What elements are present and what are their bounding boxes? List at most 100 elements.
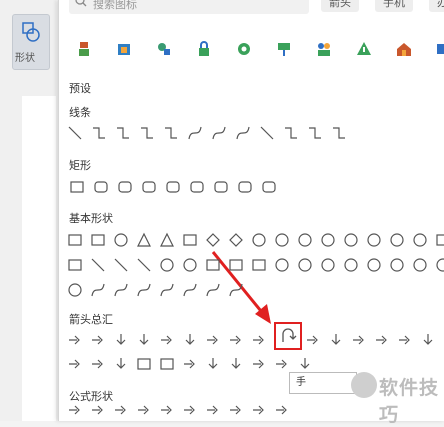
gear-icon[interactable] — [235, 40, 253, 58]
basic-shape-row3-1[interactable] — [67, 282, 83, 298]
rect-shape-6[interactable] — [189, 179, 205, 195]
basic-shape-12[interactable] — [320, 232, 336, 248]
formula-shape-7[interactable] — [205, 402, 221, 418]
arrow-shape-9[interactable] — [251, 332, 267, 348]
box-icon[interactable] — [115, 40, 133, 58]
arrow-shape-7[interactable] — [205, 332, 221, 348]
arrow-shape-b-5[interactable] — [397, 332, 413, 348]
line-shape-7[interactable] — [211, 125, 227, 141]
line-shape-11[interactable] — [307, 125, 323, 141]
basic-shape-3[interactable] — [113, 232, 129, 248]
lock-icon[interactable] — [195, 40, 213, 58]
line-shape-12[interactable] — [331, 125, 347, 141]
basic-shape-1[interactable] — [67, 232, 83, 248]
basic-shape-row2-15[interactable] — [389, 257, 405, 273]
basic-shape-16[interactable] — [412, 232, 428, 248]
arrow-shape-row2-10[interactable] — [274, 356, 290, 372]
line-shape-10[interactable] — [283, 125, 299, 141]
line-shape-2[interactable] — [91, 125, 107, 141]
arrow-shape-row2-4[interactable] — [136, 356, 152, 372]
basic-shape-row3-8[interactable] — [228, 282, 244, 298]
rect-shape-3[interactable] — [117, 179, 133, 195]
formula-shape-8[interactable] — [228, 402, 244, 418]
arrow-shape-8[interactable] — [228, 332, 244, 348]
arrow-shape-b-3[interactable] — [351, 332, 367, 348]
tag-phone[interactable]: 手机 — [375, 0, 413, 12]
arrow-shape-1[interactable] — [67, 332, 83, 348]
basic-shape-row2-7[interactable] — [205, 257, 221, 273]
line-shape-1[interactable] — [67, 125, 83, 141]
basic-shape-7[interactable] — [205, 232, 221, 248]
arrow-shape-row2-7[interactable] — [205, 356, 221, 372]
arrow-shape-row2-8[interactable] — [228, 356, 244, 372]
basic-shape-4[interactable] — [136, 232, 152, 248]
formula-shape-6[interactable] — [182, 402, 198, 418]
shape-button[interactable]: 形状 — [12, 14, 50, 70]
arrow-shape-row2-9[interactable] — [251, 356, 267, 372]
basic-shape-row3-2[interactable] — [90, 282, 106, 298]
arrow-shape-row2-11[interactable] — [297, 356, 313, 372]
rect-shape-1[interactable] — [69, 179, 85, 195]
basic-shape-row2-1[interactable] — [67, 257, 83, 273]
basic-shape-row2-6[interactable] — [182, 257, 198, 273]
line-shape-8[interactable] — [235, 125, 251, 141]
arrow-shape-row2-3[interactable] — [113, 356, 129, 372]
arrow-shape-4[interactable] — [136, 332, 152, 348]
basic-shape-10[interactable] — [274, 232, 290, 248]
group-icon[interactable] — [315, 40, 333, 58]
highlighted-shape[interactable] — [274, 322, 302, 350]
arrow-shape-6[interactable] — [182, 332, 198, 348]
formula-shape-10[interactable] — [274, 402, 290, 418]
rect-shape-2[interactable] — [93, 179, 109, 195]
tools-icon[interactable] — [155, 40, 173, 58]
search-input[interactable]: 搜索图标 — [93, 0, 137, 12]
basic-shape-row2-8[interactable] — [228, 257, 244, 273]
line-shape-3[interactable] — [115, 125, 131, 141]
alert-icon[interactable] — [355, 40, 373, 58]
basic-shape-row3-3[interactable] — [113, 282, 129, 298]
arrow-shape-b-2[interactable] — [328, 332, 344, 348]
rect-shape-8[interactable] — [237, 179, 253, 195]
basic-shape-11[interactable] — [297, 232, 313, 248]
basic-shape-8[interactable] — [228, 232, 244, 248]
formula-shape-9[interactable] — [251, 402, 267, 418]
arrow-shape-b-6[interactable] — [420, 332, 436, 348]
arrow-shape-row2-6[interactable] — [182, 356, 198, 372]
rect-shape-4[interactable] — [141, 179, 157, 195]
basic-shape-6[interactable] — [182, 232, 198, 248]
document-area[interactable] — [22, 96, 56, 421]
basic-shape-14[interactable] — [366, 232, 382, 248]
rect-shape-7[interactable] — [213, 179, 229, 195]
basic-shape-row2-16[interactable] — [412, 257, 428, 273]
line-shape-4[interactable] — [139, 125, 155, 141]
arrow-shape-row2-1[interactable] — [67, 356, 83, 372]
arrow-shape-2[interactable] — [90, 332, 106, 348]
arrow-shape-b-1[interactable] — [305, 332, 321, 348]
person-icon[interactable] — [75, 40, 93, 58]
formula-shape-2[interactable] — [90, 402, 106, 418]
basic-shape-row3-5[interactable] — [159, 282, 175, 298]
basic-shape-row2-3[interactable] — [113, 257, 129, 273]
basic-shape-row2-11[interactable] — [297, 257, 313, 273]
formula-shape-5[interactable] — [159, 402, 175, 418]
arrow-shape-row2-2[interactable] — [90, 356, 106, 372]
basic-shape-row2-17[interactable] — [435, 257, 444, 273]
formula-shape-1[interactable] — [67, 402, 83, 418]
arrow-shape-row2-5[interactable] — [159, 356, 175, 372]
basic-shape-row2-13[interactable] — [343, 257, 359, 273]
basic-shape-17[interactable] — [435, 232, 444, 248]
formula-shape-4[interactable] — [136, 402, 152, 418]
basic-shape-row2-10[interactable] — [274, 257, 290, 273]
basic-shape-9[interactable] — [251, 232, 267, 248]
basic-shape-15[interactable] — [389, 232, 405, 248]
rect-shape-9[interactable] — [261, 179, 277, 195]
basic-shape-row2-5[interactable] — [159, 257, 175, 273]
basic-shape-row2-14[interactable] — [366, 257, 382, 273]
basic-shape-13[interactable] — [343, 232, 359, 248]
basic-shape-row3-4[interactable] — [136, 282, 152, 298]
basic-shape-row2-2[interactable] — [90, 257, 106, 273]
basic-shape-row2-12[interactable] — [320, 257, 336, 273]
rect-shape-5[interactable] — [165, 179, 181, 195]
basic-shape-row3-6[interactable] — [182, 282, 198, 298]
line-shape-6[interactable] — [187, 125, 203, 141]
